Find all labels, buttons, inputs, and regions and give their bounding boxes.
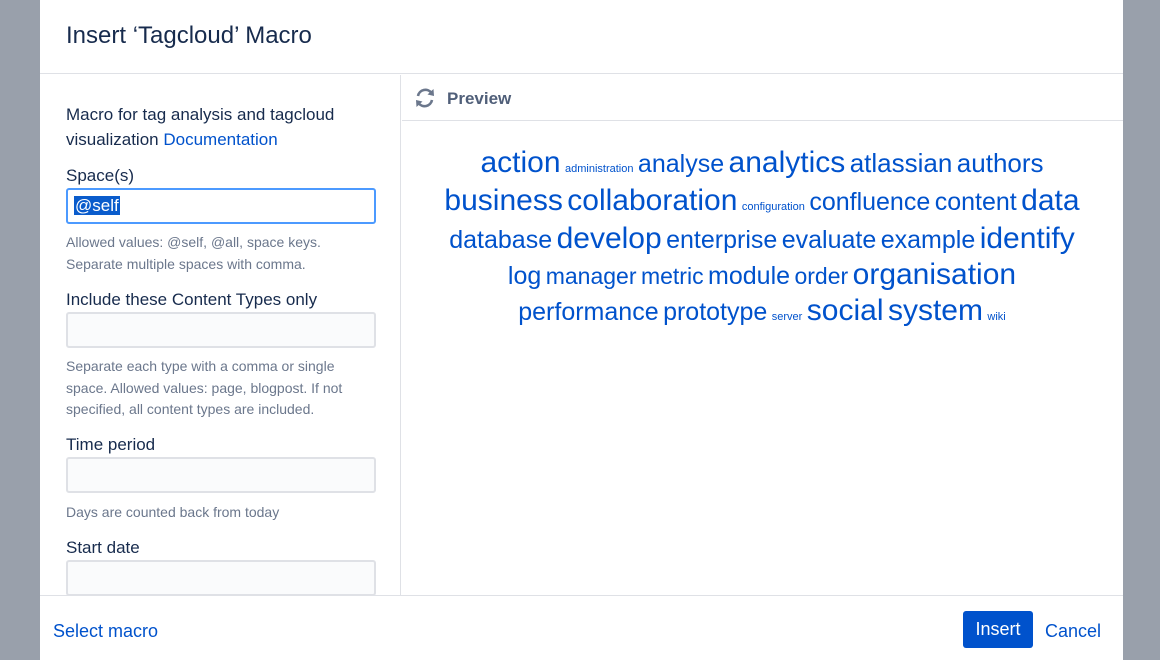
- tag-module[interactable]: module: [708, 262, 790, 290]
- tag-example[interactable]: example: [881, 226, 976, 254]
- tag-authors[interactable]: authors: [957, 148, 1044, 178]
- tag-organisation[interactable]: organisation: [853, 258, 1016, 291]
- tag-develop[interactable]: develop: [557, 222, 662, 255]
- spaces-label: Space(s): [66, 166, 135, 185]
- tag-analyse[interactable]: analyse: [638, 150, 724, 178]
- preview-header: Preview: [402, 75, 1123, 121]
- content-types-input[interactable]: [66, 312, 376, 348]
- preview-panel: Preview action administration analyse an…: [402, 75, 1123, 595]
- time-period-input[interactable]: [66, 457, 376, 493]
- dialog-footer: Select macro Insert Cancel: [40, 595, 1123, 660]
- macro-dialog: Insert ‘Tagcloud’ Macro Macro for tag an…: [40, 0, 1123, 660]
- tag-data[interactable]: data: [1021, 184, 1079, 217]
- tag-evaluate[interactable]: evaluate: [782, 226, 877, 254]
- tag-content[interactable]: content: [935, 188, 1017, 216]
- tag-social[interactable]: social: [807, 294, 884, 327]
- select-macro-link[interactable]: Select macro: [53, 621, 158, 642]
- tag-configuration[interactable]: configuration: [742, 201, 805, 213]
- tag-order[interactable]: order: [794, 263, 848, 289]
- macro-parameters-panel: Macro for tag analysis and tagcloud visu…: [40, 75, 401, 595]
- tag-action[interactable]: action: [480, 146, 560, 179]
- time-period-label: Time period: [66, 435, 156, 454]
- macro-description: Macro for tag analysis and tagcloud visu…: [66, 102, 376, 152]
- tag-prototype[interactable]: prototype: [663, 298, 767, 326]
- tag-analytics[interactable]: analytics: [729, 146, 846, 179]
- content-types-help: Separate each type with a comma or singl…: [66, 358, 343, 417]
- refresh-icon[interactable]: [414, 87, 436, 109]
- tag-system[interactable]: system: [888, 294, 983, 327]
- time-period-help: Days are counted back from today: [66, 504, 280, 520]
- dialog-title: Insert ‘Tagcloud’ Macro: [66, 22, 312, 49]
- tag-database[interactable]: database: [449, 226, 552, 254]
- spaces-help: Allowed values: @self, @all, space keys.…: [66, 234, 321, 272]
- spaces-input-value: @self: [74, 196, 120, 215]
- tag-cloud: action administration analyse analytics …: [442, 147, 1082, 333]
- content-types-label: Include these Content Types only: [66, 290, 318, 309]
- tag-wiki[interactable]: wiki: [987, 311, 1005, 323]
- tag-administration[interactable]: administration: [565, 163, 633, 175]
- dialog-header: Insert ‘Tagcloud’ Macro: [40, 0, 1123, 74]
- tag-identify[interactable]: identify: [980, 222, 1075, 255]
- start-date-input[interactable]: [66, 560, 376, 595]
- tag-atlassian[interactable]: atlassian: [850, 148, 953, 178]
- tag-log[interactable]: log: [508, 262, 541, 290]
- spaces-input[interactable]: @self: [66, 188, 376, 224]
- tag-enterprise[interactable]: enterprise: [666, 226, 777, 254]
- insert-button[interactable]: Insert: [963, 611, 1033, 648]
- tag-manager[interactable]: manager: [546, 263, 637, 289]
- tag-confluence[interactable]: confluence: [809, 188, 930, 216]
- tag-metric[interactable]: metric: [641, 263, 704, 289]
- tag-business[interactable]: business: [444, 184, 562, 217]
- documentation-link[interactable]: Documentation: [163, 130, 277, 149]
- tag-server[interactable]: server: [772, 311, 803, 323]
- preview-label: Preview: [447, 89, 512, 108]
- tag-performance[interactable]: performance: [518, 298, 658, 326]
- start-date-label: Start date: [66, 538, 140, 557]
- cancel-link[interactable]: Cancel: [1045, 621, 1101, 642]
- tag-collaboration[interactable]: collaboration: [567, 184, 737, 217]
